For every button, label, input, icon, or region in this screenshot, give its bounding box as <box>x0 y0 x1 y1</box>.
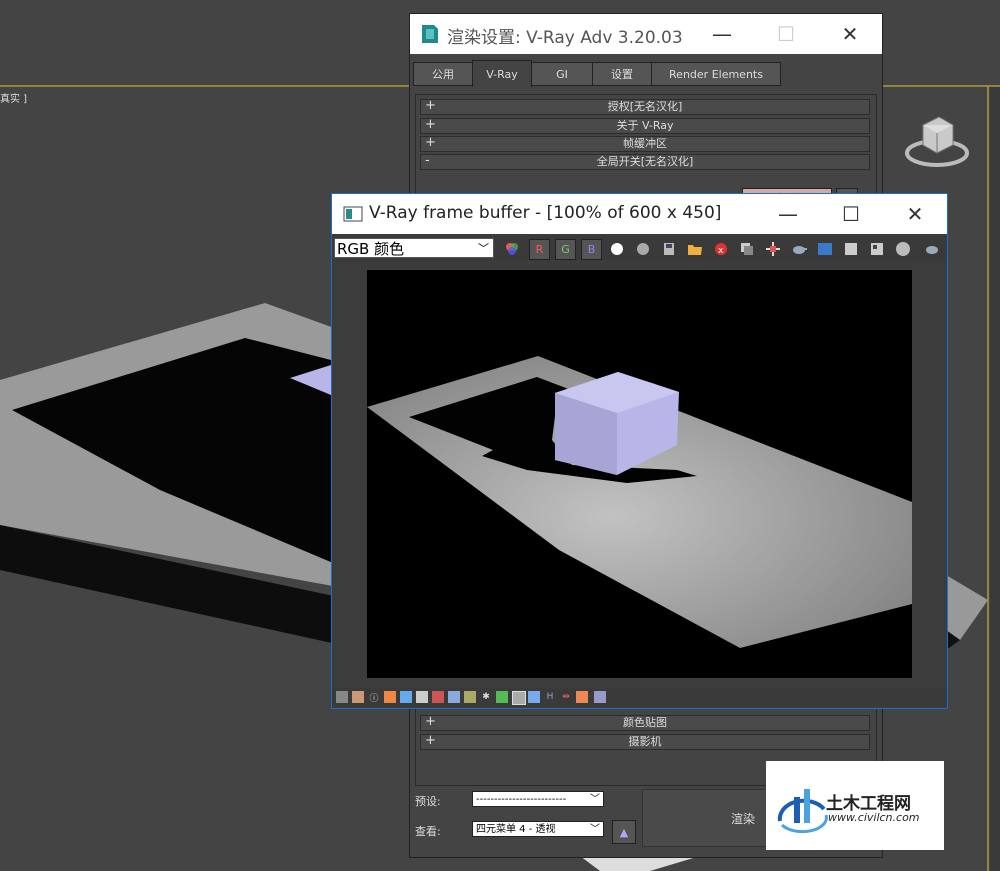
render-tabs: 公用 V-Ray GI 设置 Render Elements <box>410 60 882 87</box>
render-dialog-title: 渲染设置: V-Ray Adv 3.20.03 <box>447 28 683 48</box>
region-icon[interactable] <box>815 239 834 258</box>
levels-icon[interactable] <box>416 691 428 703</box>
vfb-toolbar: RGB 颜色 ﹀ R G B x <box>332 236 947 261</box>
render-image[interactable] <box>367 270 912 678</box>
rollout-global-switches[interactable]: - 全局开关[无名汉化] <box>420 153 870 170</box>
info-icon[interactable]: ⓘ <box>368 691 380 704</box>
rollout-about-vray[interactable]: + 关于 V-Ray <box>420 117 870 134</box>
hue-icon[interactable] <box>432 691 444 703</box>
green-channel-button[interactable]: G <box>555 239 576 260</box>
vfb-title: V-Ray frame buffer - [100% of 600 x 450] <box>369 203 722 223</box>
render-titlebar[interactable]: 渲染设置: V-Ray Adv 3.20.03 — ☐ ✕ <box>410 14 882 54</box>
viewcube-icon[interactable] <box>903 115 971 175</box>
mono-icon[interactable] <box>633 239 652 258</box>
preset-dropdown[interactable]: ------------------------- ﹀ <box>472 791 604 807</box>
panel-icon[interactable] <box>336 691 348 703</box>
preset-value: ------------------------- <box>476 794 567 805</box>
rollout-title: 授权[无名汉化] <box>607 100 683 113</box>
lut-icon[interactable]: ✱ <box>480 691 492 703</box>
rollout-license[interactable]: + 授权[无名汉化] <box>420 98 870 115</box>
red-channel-button[interactable]: R <box>529 239 550 260</box>
rollout-color-mapping[interactable]: + 颜色贴图 <box>420 714 870 731</box>
watermark-url: www.civilcn.com <box>828 811 920 824</box>
channel-value: RGB 颜色 <box>337 240 405 258</box>
vray-frame-buffer-window: V-Ray frame buffer - [100% of 600 x 450]… <box>331 193 948 709</box>
history-compare-icon[interactable] <box>576 691 588 703</box>
lens-effects-icon[interactable] <box>594 691 606 703</box>
chevron-down-icon: ﹀ <box>478 242 489 255</box>
rollout-camera[interactable]: + 摄影机 <box>420 733 870 750</box>
minimize-icon[interactable]: — <box>774 200 802 228</box>
rollout-title: 摄影机 <box>628 735 662 748</box>
corrections-icon[interactable] <box>352 691 364 703</box>
teapot-icon[interactable] <box>789 239 808 258</box>
maximize-icon[interactable]: ☐ <box>772 20 800 48</box>
minimize-icon[interactable]: — <box>708 20 736 48</box>
vfb-window-icon <box>343 206 363 222</box>
tab-settings[interactable]: 设置 <box>592 62 652 86</box>
save-icon[interactable] <box>659 239 678 258</box>
3dsmax-logo-icon <box>422 25 438 43</box>
lock-view-icon[interactable]: ▲ <box>612 820 636 844</box>
view-label: 查看: <box>415 825 441 838</box>
watermark-logo: 土木工程网 www.civilcn.com <box>766 761 944 850</box>
tab-gi[interactable]: GI <box>531 62 593 86</box>
track-mouse-icon[interactable] <box>763 239 782 258</box>
teapot-icon[interactable] <box>922 239 941 258</box>
h-button[interactable]: H <box>544 691 556 703</box>
vfb-bottom-toolbar: ⓘ ✱ H ⇹ <box>332 688 947 706</box>
close-icon[interactable]: ✕ <box>836 20 864 48</box>
open-icon[interactable] <box>685 239 704 258</box>
link-icon[interactable] <box>841 239 860 258</box>
vfb-titlebar[interactable]: V-Ray frame buffer - [100% of 600 x 450]… <box>332 194 947 234</box>
view-value: 四元菜单 4 - 透视 <box>476 824 556 835</box>
render-scene <box>367 270 912 678</box>
rollout-title: 全局开关[无名汉化] <box>596 155 694 168</box>
rollout-frame-buffer[interactable]: + 帧缓冲区 <box>420 135 870 152</box>
white-balance-icon[interactable] <box>400 691 412 703</box>
tab-render-elements[interactable]: Render Elements <box>651 62 781 86</box>
rollout-title: 颜色贴图 <box>623 716 667 729</box>
preset-label: 预设: <box>415 795 441 808</box>
channel-dropdown[interactable]: RGB 颜色 ﹀ <box>334 238 494 258</box>
close-icon[interactable]: ✕ <box>901 200 929 228</box>
svg-text:x: x <box>718 246 724 256</box>
view-dropdown[interactable]: 四元菜单 4 - 透视 ﹀ <box>472 821 604 837</box>
chevron-down-icon: ﹀ <box>590 824 600 835</box>
ocio-icon[interactable] <box>496 691 508 703</box>
color-wheel-icon[interactable] <box>502 239 521 258</box>
exposure-icon[interactable] <box>384 691 396 703</box>
stamp-icon[interactable] <box>528 691 540 703</box>
rollout-title: 关于 V-Ray <box>616 119 674 132</box>
blue-channel-button[interactable]: B <box>581 239 602 260</box>
civilcn-logo-icon <box>777 789 828 834</box>
tab-common[interactable]: 公用 <box>413 62 473 86</box>
tab-vray[interactable]: V-Ray <box>472 60 532 87</box>
ab-compare-icon[interactable]: ⇹ <box>560 691 572 703</box>
background-icon[interactable] <box>464 691 476 703</box>
rollout-title: 帧缓冲区 <box>623 137 667 150</box>
compare-icon[interactable] <box>512 691 526 705</box>
white-alpha-icon[interactable] <box>607 239 626 258</box>
history-icon[interactable] <box>867 239 886 258</box>
viewport-label: 真实 ] <box>0 94 28 105</box>
clear-icon[interactable]: x <box>711 239 730 258</box>
curve-icon[interactable] <box>448 691 460 703</box>
stop-icon[interactable] <box>893 239 912 258</box>
maximize-icon[interactable]: ☐ <box>837 200 865 228</box>
chevron-down-icon: ﹀ <box>590 794 600 805</box>
duplicate-icon[interactable] <box>737 239 756 258</box>
